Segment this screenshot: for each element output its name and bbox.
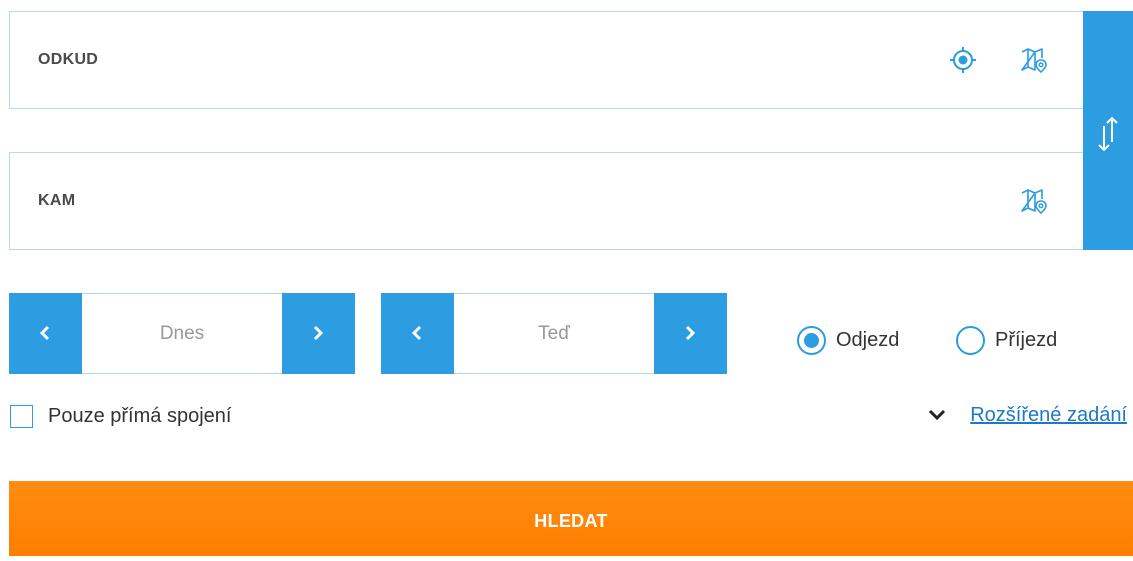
swap-button[interactable] bbox=[1083, 11, 1133, 250]
time-prev-button[interactable] bbox=[381, 293, 454, 374]
chevron-right-icon bbox=[313, 325, 324, 341]
chevron-left-icon bbox=[411, 325, 422, 341]
arrival-radio-circle[interactable] bbox=[956, 325, 985, 355]
direct-only-checkbox[interactable] bbox=[10, 404, 33, 428]
chevron-right-icon bbox=[685, 325, 696, 341]
time-next-button[interactable] bbox=[654, 293, 727, 374]
from-field[interactable]: ODKUD bbox=[9, 11, 1083, 109]
time-stepper: Teď bbox=[381, 293, 727, 374]
advanced-search-link[interactable]: Rozšířené zadání bbox=[970, 404, 1127, 427]
chevron-down-icon[interactable] bbox=[928, 409, 946, 421]
locate-icon[interactable] bbox=[948, 45, 978, 75]
to-field[interactable]: KAM bbox=[9, 152, 1083, 250]
map-pin-icon[interactable] bbox=[1018, 186, 1048, 216]
direct-only-option[interactable]: Pouze přímá spojení bbox=[10, 402, 231, 430]
date-next-button[interactable] bbox=[282, 293, 355, 374]
swap-arrows-icon bbox=[1098, 116, 1118, 152]
to-field-label: KAM bbox=[38, 192, 76, 209]
departure-radio[interactable]: Odjezd bbox=[797, 323, 899, 357]
arrival-radio[interactable]: Příjezd bbox=[956, 323, 1057, 357]
date-prev-button[interactable] bbox=[9, 293, 82, 374]
departure-radio-circle[interactable] bbox=[797, 325, 826, 355]
search-button[interactable]: HLEDAT bbox=[9, 481, 1133, 556]
chevron-left-icon bbox=[39, 325, 50, 341]
time-value[interactable]: Teď bbox=[454, 294, 654, 373]
from-field-label: ODKUD bbox=[38, 51, 99, 68]
arrival-radio-label: Příjezd bbox=[995, 328, 1058, 351]
map-pin-icon[interactable] bbox=[1018, 45, 1048, 75]
departure-radio-label: Odjezd bbox=[836, 328, 900, 351]
date-value[interactable]: Dnes bbox=[82, 294, 282, 373]
date-stepper: Dnes bbox=[9, 293, 355, 374]
advanced-search-toggle[interactable]: Rozšířené zadání bbox=[928, 401, 1127, 429]
direct-only-label: Pouze přímá spojení bbox=[48, 404, 232, 427]
